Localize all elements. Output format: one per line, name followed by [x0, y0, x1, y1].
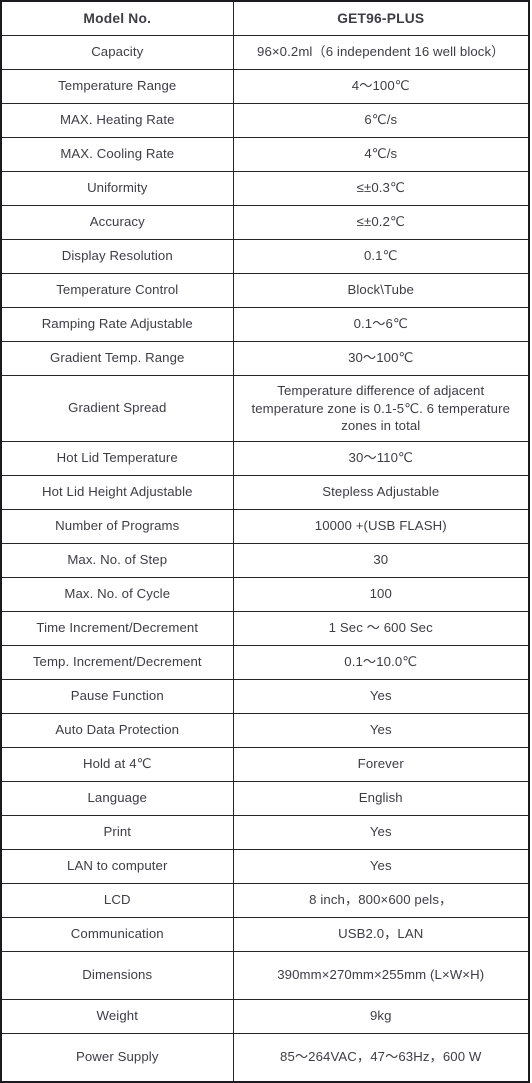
table-row: Dimensions 390mm×270mm×255mm (L×W×H)	[0, 951, 530, 1000]
spec-label-cell: Accuracy	[0, 205, 234, 240]
spec-label-cell: Hold at 4℃	[0, 747, 234, 782]
spec-value-cell: 30	[232, 543, 530, 578]
spec-value-cell: 0.1～10.0℃	[232, 645, 530, 680]
table-row: Auto Data Protection Yes	[0, 713, 530, 748]
spec-label-cell: Hot Lid Height Adjustable	[0, 475, 234, 510]
table-row: Temperature Range 4～100℃	[0, 69, 530, 104]
spec-label-cell: Communication	[0, 917, 234, 952]
table-row: Temp. Increment/Decrement 0.1～10.0℃	[0, 645, 530, 680]
spec-value-cell: Block\Tube	[232, 273, 530, 308]
spec-value-cell: 1 Sec ～ 600 Sec	[232, 611, 530, 646]
spec-value-cell: ≤±0.2℃	[232, 205, 530, 240]
table-row: Print Yes	[0, 815, 530, 850]
spec-value-cell: 100	[232, 577, 530, 612]
table-row: Time Increment/Decrement 1 Sec ～ 600 Sec	[0, 611, 530, 646]
spec-label-cell: Temperature Range	[0, 69, 234, 104]
spec-value-cell: 4℃/s	[232, 137, 530, 172]
spec-value-cell: Yes	[232, 713, 530, 748]
spec-label-cell: Number of Programs	[0, 509, 234, 544]
spec-label-cell: Temperature Control	[0, 273, 234, 308]
spec-label-cell: LAN to computer	[0, 849, 234, 884]
table-row: Gradient Spread Temperature difference of…	[0, 375, 530, 442]
spec-label-cell: Time Increment/Decrement	[0, 611, 234, 646]
spec-label-cell: Power Supply	[0, 1033, 234, 1083]
table-row: Language English	[0, 781, 530, 816]
table-row: Hot Lid Temperature 30～110℃	[0, 441, 530, 476]
spec-value-cell: 10000 +(USB FLASH)	[232, 509, 530, 544]
spec-value-cell: ≤±0.3℃	[232, 171, 530, 206]
table-row: Number of Programs 10000 +(USB FLASH)	[0, 509, 530, 544]
spec-value-cell: 30～110℃	[232, 441, 530, 476]
specifications-table: Model No. GET96-PLUS Capacity 96×0.2ml（6 …	[0, 0, 530, 1083]
spec-label-cell: LCD	[0, 883, 234, 918]
table-row: Ramping Rate Adjustable 0.1～6℃	[0, 307, 530, 342]
table-row: MAX. Heating Rate 6℃/s	[0, 103, 530, 138]
spec-value-cell: 8 inch，800×600 pels，	[232, 883, 530, 918]
table-row: LAN to computer Yes	[0, 849, 530, 884]
table-row: Max. No. of Cycle 100	[0, 577, 530, 612]
table-row: MAX. Cooling Rate 4℃/s	[0, 137, 530, 172]
table-row: Pause Function Yes	[0, 679, 530, 714]
spec-label-cell: Weight	[0, 999, 234, 1034]
spec-label-cell: Gradient Temp. Range	[0, 341, 234, 376]
spec-label-cell: Max. No. of Cycle	[0, 577, 234, 612]
spec-value-cell: 4～100℃	[232, 69, 530, 104]
column-header-model-value: GET96-PLUS	[232, 0, 530, 36]
spec-label-cell: Temp. Increment/Decrement	[0, 645, 234, 680]
spec-label-cell: Capacity	[0, 35, 234, 70]
spec-value-cell: Yes	[232, 815, 530, 850]
table-row: LCD 8 inch，800×600 pels，	[0, 883, 530, 918]
spec-label-cell: Hot Lid Temperature	[0, 441, 234, 476]
spec-value-cell: Forever	[232, 747, 530, 782]
table-row: Max. No. of Step 30	[0, 543, 530, 578]
spec-value-cell: Yes	[232, 849, 530, 884]
spec-value-cell: 6℃/s	[232, 103, 530, 138]
spec-label-cell: Gradient Spread	[0, 375, 234, 442]
spec-value-cell: 9kg	[232, 999, 530, 1034]
table-row: Temperature Control Block\Tube	[0, 273, 530, 308]
spec-value-cell: 30～100℃	[232, 341, 530, 376]
spec-label-cell: MAX. Heating Rate	[0, 103, 234, 138]
table-row: Hold at 4℃ Forever	[0, 747, 530, 782]
spec-label-cell: Max. No. of Step	[0, 543, 234, 578]
spec-value-cell: 96×0.2ml（6 independent 16 well block）	[232, 35, 530, 70]
table-row: Uniformity ≤±0.3℃	[0, 171, 530, 206]
spec-label-cell: Display Resolution	[0, 239, 234, 274]
spec-value-cell: 390mm×270mm×255mm (L×W×H)	[232, 951, 530, 1000]
specification-sheet: Model No. GET96-PLUS Capacity 96×0.2ml（6 …	[0, 0, 530, 1083]
table-row: Capacity 96×0.2ml（6 independent 16 well b…	[0, 35, 530, 70]
spec-value-cell: 85～264VAC，47～63Hz，600 W	[232, 1033, 530, 1083]
spec-label-cell: Pause Function	[0, 679, 234, 714]
table-row: Weight 9kg	[0, 999, 530, 1034]
spec-label-cell: Uniformity	[0, 171, 234, 206]
spec-label-cell: Ramping Rate Adjustable	[0, 307, 234, 342]
table-header-row: Model No. GET96-PLUS	[0, 0, 530, 36]
table-row: Gradient Temp. Range 30～100℃	[0, 341, 530, 376]
spec-value-cell: USB2.0，LAN	[232, 917, 530, 952]
spec-label-cell: MAX. Cooling Rate	[0, 137, 234, 172]
spec-value-cell: 0.1℃	[232, 239, 530, 274]
table-row: Communication USB2.0，LAN	[0, 917, 530, 952]
spec-value-cell: Yes	[232, 679, 530, 714]
spec-label-cell: Dimensions	[0, 951, 234, 1000]
table-row: Display Resolution 0.1℃	[0, 239, 530, 274]
spec-label-cell: Language	[0, 781, 234, 816]
spec-label-cell: Print	[0, 815, 234, 850]
column-header-model-label: Model No.	[0, 0, 234, 36]
table-row: Accuracy ≤±0.2℃	[0, 205, 530, 240]
table-row: Power Supply 85～264VAC，47～63Hz，600 W	[0, 1033, 530, 1083]
spec-value-cell: 0.1～6℃	[232, 307, 530, 342]
table-row: Hot Lid Height Adjustable Stepless Adjust…	[0, 475, 530, 510]
spec-label-cell: Auto Data Protection	[0, 713, 234, 748]
spec-value-cell: Temperature difference of adjacent tempe…	[232, 375, 530, 442]
spec-value-cell: English	[232, 781, 530, 816]
spec-value-cell: Stepless Adjustable	[232, 475, 530, 510]
specifications-table-body: Model No. GET96-PLUS Capacity 96×0.2ml（6 …	[0, 0, 530, 1083]
